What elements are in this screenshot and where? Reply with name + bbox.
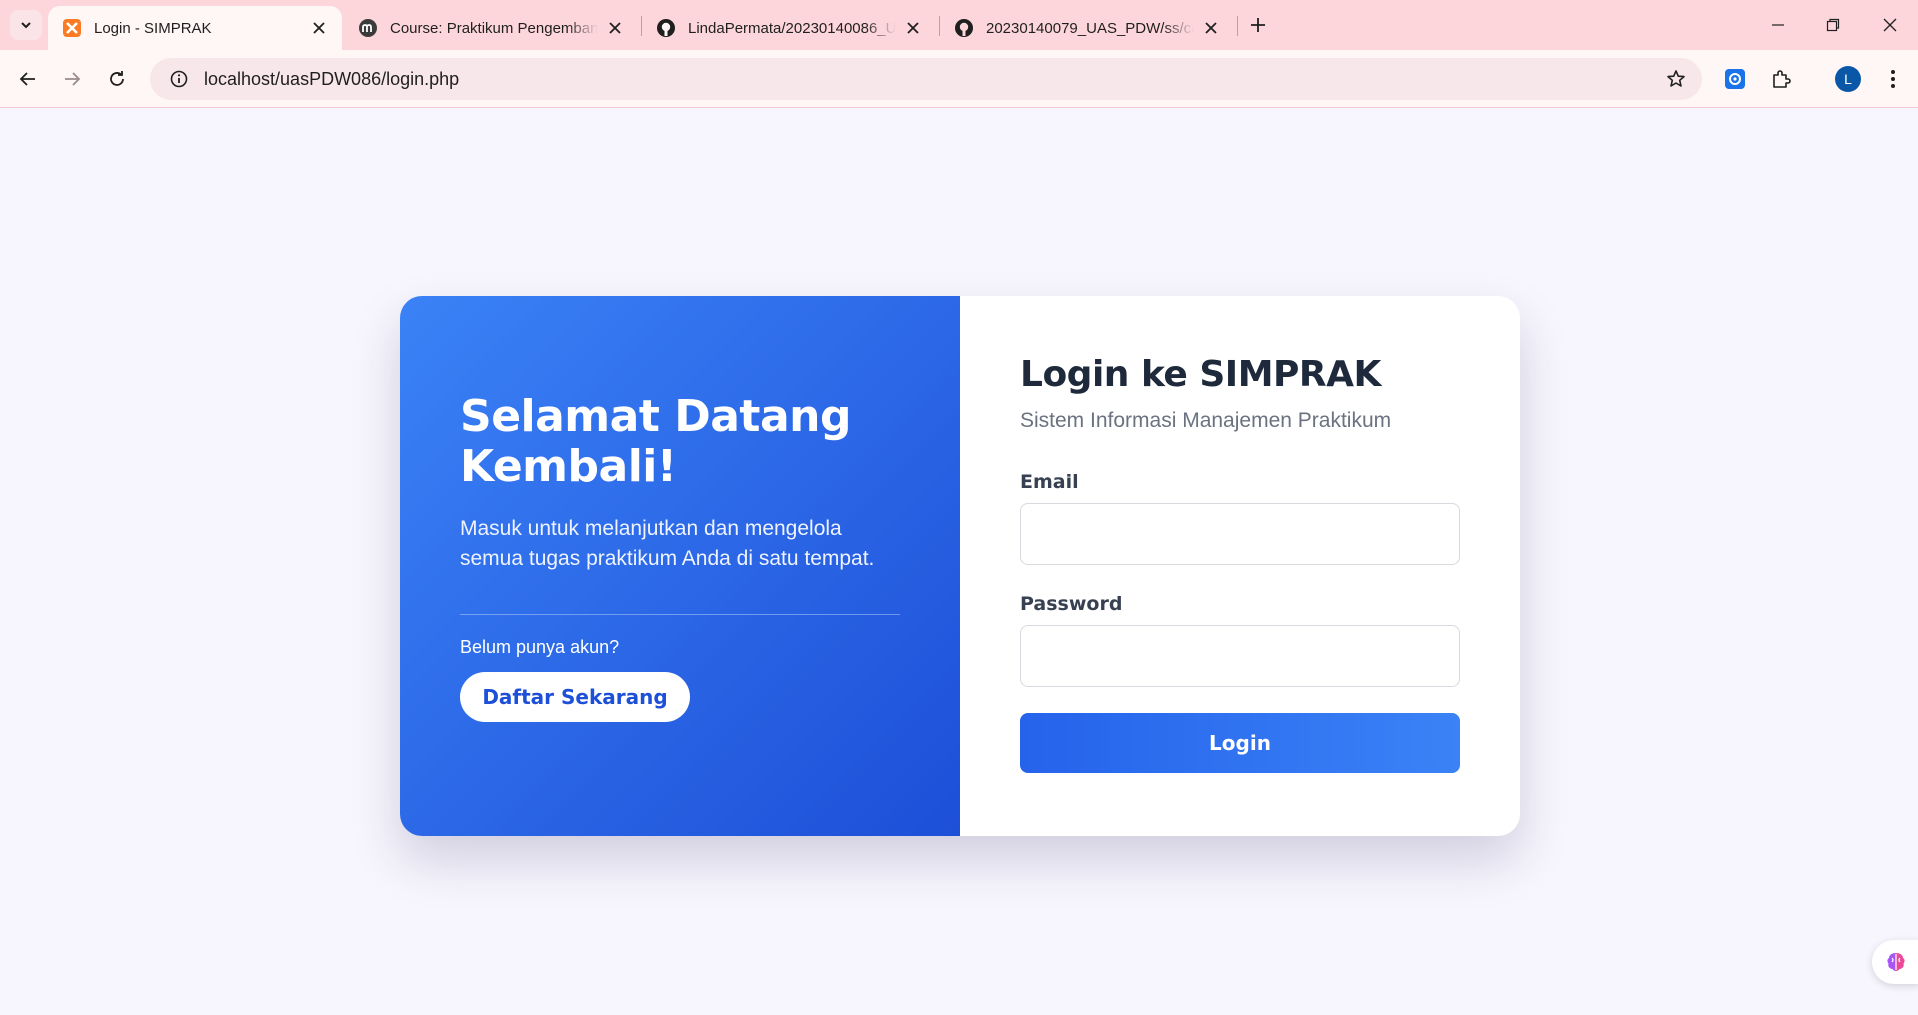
register-button[interactable]: Daftar Sekarang [460, 672, 690, 722]
back-button[interactable] [12, 63, 44, 95]
tab-label: 20230140079_UAS_PDW/ss/cart [986, 19, 1194, 37]
tab-login-simprak[interactable]: Login - SIMPRAK [48, 6, 342, 50]
login-button[interactable]: Login [1020, 713, 1460, 773]
login-card: Selamat Datang Kembali! Masuk untuk mela… [400, 296, 1520, 836]
close-icon[interactable] [904, 19, 922, 37]
url-text: localhost/uasPDW086/login.php [204, 68, 460, 89]
no-account-text: Belum punya akun? [460, 637, 620, 657]
forward-button[interactable] [56, 63, 88, 95]
reload-icon [110, 71, 124, 86]
browser-toolbar: localhost/uasPDW086/login.php L [0, 50, 1918, 108]
welcome-panel: Selamat Datang Kembali! Masuk untuk mela… [400, 296, 960, 836]
minimize-icon [1772, 24, 1784, 26]
tab-course-praktikum[interactable]: Course: Praktikum Pengembangan [344, 6, 638, 50]
password-label: Password [1020, 593, 1123, 615]
extensions-puzzle-icon[interactable] [1765, 63, 1797, 95]
tab-separator [1237, 16, 1238, 36]
profile-avatar[interactable]: L [1832, 63, 1864, 95]
restore-icon [1826, 18, 1840, 32]
assistant-widget-button[interactable] [1872, 940, 1918, 984]
tab-github-linda[interactable]: LindaPermata/20230140086_UAS [642, 6, 936, 50]
extension-icon[interactable] [1719, 63, 1751, 95]
login-subtitle: Sistem Informasi Manajemen Praktikum [1020, 409, 1392, 432]
browser-tab-strip: Login - SIMPRAK Course: Praktikum Pengem… [0, 0, 1918, 50]
restore-button[interactable] [1813, 10, 1853, 40]
close-icon[interactable] [1202, 19, 1220, 37]
tab-label: Course: Praktikum Pengembangan [390, 19, 598, 37]
xampp-icon [62, 18, 82, 38]
menu-kebab-icon[interactable] [1877, 63, 1909, 95]
login-form-panel: Login ke SIMPRAK Sistem Informasi Manaje… [960, 296, 1520, 836]
moodle-icon [358, 18, 378, 38]
email-input[interactable] [1020, 503, 1460, 565]
bookmark-star-icon[interactable] [1664, 67, 1688, 91]
reload-button[interactable] [101, 63, 133, 95]
address-bar[interactable]: localhost/uasPDW086/login.php [150, 58, 1702, 100]
plus-icon [1251, 18, 1265, 32]
close-icon [1883, 18, 1897, 32]
tab-search-button[interactable] [10, 10, 42, 40]
welcome-title: Selamat Datang Kembali! [460, 391, 851, 492]
welcome-divider [460, 614, 900, 615]
close-icon[interactable] [310, 19, 328, 37]
new-tab-button[interactable] [1245, 12, 1271, 38]
login-title: Login ke SIMPRAK [1020, 354, 1381, 395]
minimize-button[interactable] [1758, 10, 1798, 40]
email-label: Email [1020, 471, 1079, 493]
chevron-down-icon [21, 22, 31, 29]
tab-label: LindaPermata/20230140086_UAS [688, 19, 896, 37]
welcome-description: Masuk untuk melanjutkan dan mengelola se… [460, 517, 875, 570]
arrow-left-icon [19, 72, 35, 86]
github-icon [656, 18, 676, 38]
close-icon[interactable] [606, 19, 624, 37]
site-info-icon[interactable] [158, 58, 200, 100]
tab-github-uas[interactable]: 20230140079_UAS_PDW/ss/cart [940, 6, 1234, 50]
password-input[interactable] [1020, 625, 1460, 687]
tab-label: Login - SIMPRAK [94, 19, 212, 37]
arrow-right-icon [65, 72, 81, 86]
brain-icon [1887, 953, 1905, 971]
github-icon [954, 18, 974, 38]
close-window-button[interactable] [1870, 10, 1910, 40]
